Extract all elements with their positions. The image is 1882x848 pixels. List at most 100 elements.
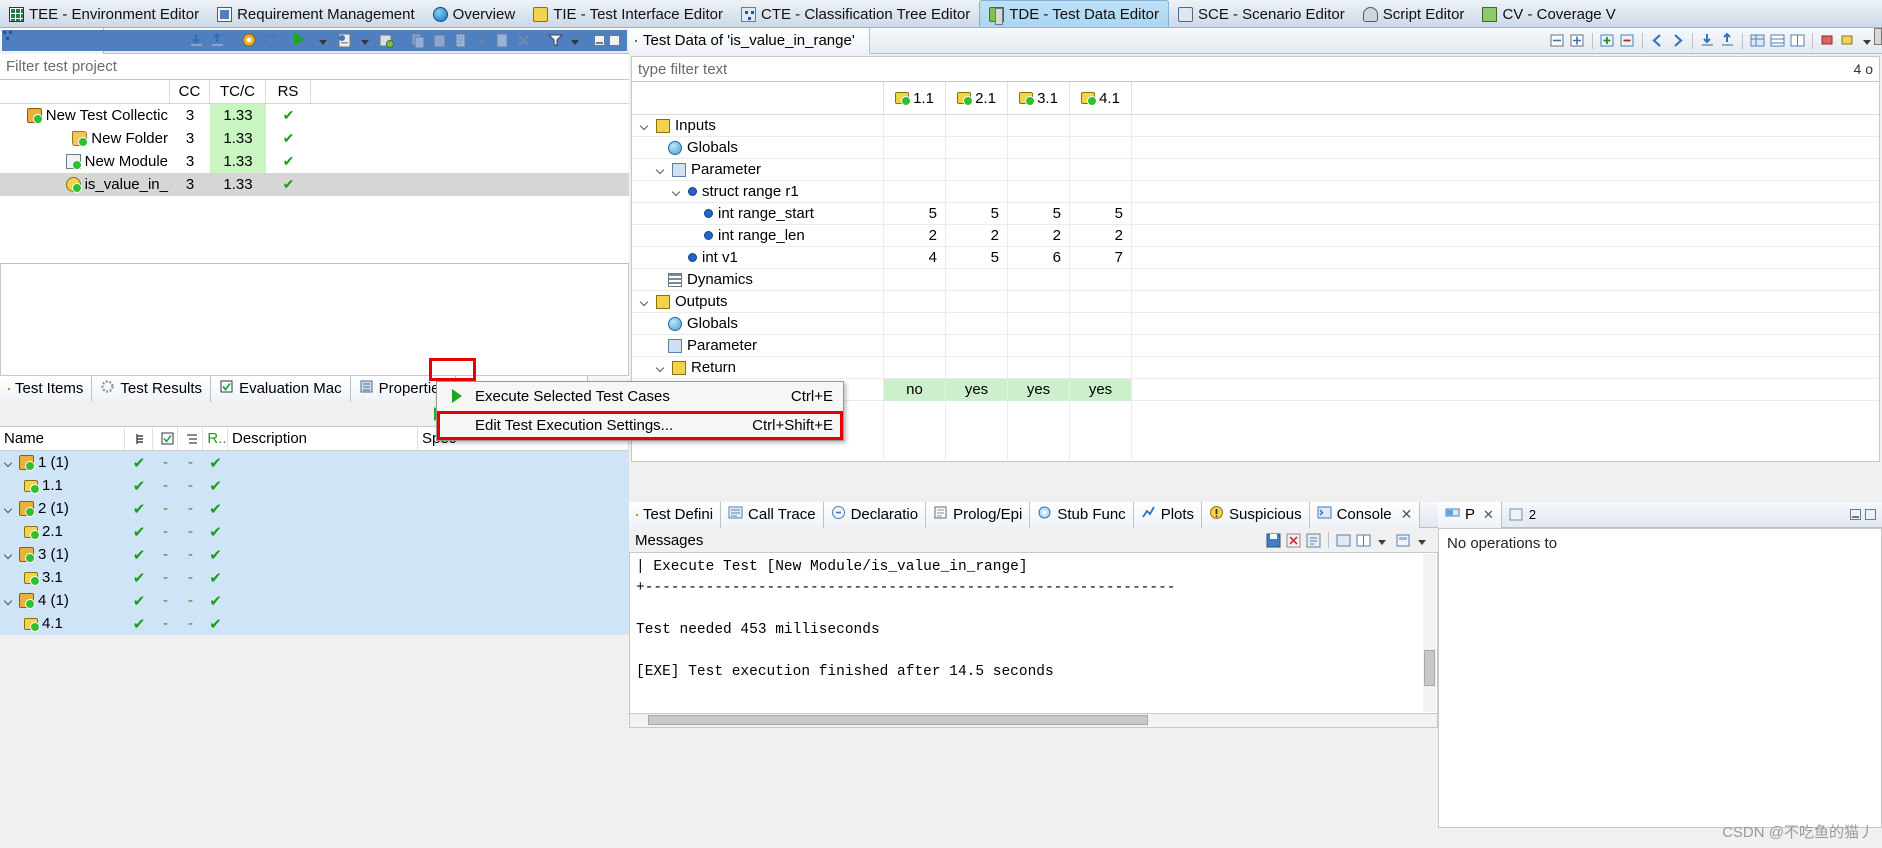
tde-cell[interactable]: 5: [1008, 202, 1070, 225]
console-vertical-scrollbar[interactable]: [1423, 554, 1436, 712]
display-console-icon[interactable]: [1355, 532, 1372, 549]
column-header-tcc[interactable]: TC/C: [210, 80, 266, 103]
column-header-cc[interactable]: CC: [170, 80, 210, 103]
build-icon[interactable]: [241, 32, 258, 49]
tde-cell[interactable]: [946, 356, 1008, 379]
tde-cell[interactable]: [946, 312, 1008, 335]
table-row[interactable]: 1.1 ✔ - - ✔: [0, 474, 629, 497]
tde-cell[interactable]: [1070, 290, 1132, 313]
run-icon[interactable]: [294, 32, 311, 49]
expand-tree-icon[interactable]: [1569, 32, 1586, 49]
tde-menu-icon[interactable]: [1859, 32, 1876, 49]
tde-cell[interactable]: [884, 158, 946, 181]
tde-cell[interactable]: [884, 356, 946, 379]
chevron-down-icon[interactable]: [4, 457, 15, 468]
filter-icon[interactable]: [547, 32, 564, 49]
editor-tab-tie[interactable]: TIE - Test Interface Editor: [524, 0, 732, 27]
column-header-description[interactable]: Description: [228, 427, 418, 450]
tab-evaluation-macro[interactable]: Evaluation Mac: [211, 375, 351, 402]
column-header-tree[interactable]: [178, 427, 203, 450]
minimize-icon[interactable]: [1850, 509, 1861, 520]
console-output[interactable]: | Execute Test [New Module/is_value_in_r…: [629, 552, 1438, 714]
export-icon[interactable]: [209, 32, 226, 49]
table-row[interactable]: New Module 3 1.33 ✔: [0, 150, 629, 173]
table-row[interactable]: 4.1 ✔ - - ✔: [0, 612, 629, 635]
tde-result-cell[interactable]: yes: [1070, 378, 1132, 401]
new-dropdown-icon[interactable]: [473, 32, 490, 49]
tde-cell[interactable]: [1070, 114, 1132, 137]
editor-tab-script-editor[interactable]: Script Editor: [1354, 0, 1474, 27]
tde-row[interactable]: Globals: [632, 312, 1879, 335]
tab-test-items[interactable]: Test Items: [0, 375, 93, 402]
tde-column-header-1[interactable]: 1.1: [884, 82, 946, 114]
split-view-icon[interactable]: [1789, 32, 1806, 49]
tde-cell[interactable]: [884, 180, 946, 203]
tde-cell[interactable]: [946, 268, 1008, 291]
import-data-icon[interactable]: [1699, 32, 1716, 49]
tde-row[interactable]: Parameter: [632, 334, 1879, 357]
clear-icon[interactable]: [1839, 32, 1856, 49]
menu-item-edit-test-execution-settings[interactable]: Edit Test Execution Settings... Ctrl+Shi…: [437, 411, 843, 440]
tde-column-header-2[interactable]: 2.1: [946, 82, 1008, 114]
tde-result-cell[interactable]: yes: [946, 378, 1008, 401]
tde-cell[interactable]: 5: [946, 202, 1008, 225]
table-row[interactable]: 2 (1) ✔ - - ✔: [0, 497, 629, 520]
tde-cell[interactable]: [946, 334, 1008, 357]
remove-column-icon[interactable]: [1619, 32, 1636, 49]
tde-cell[interactable]: 5: [946, 246, 1008, 269]
chevron-down-icon[interactable]: [4, 503, 15, 514]
paste-icon[interactable]: [431, 32, 448, 49]
tde-result-cell[interactable]: no: [884, 378, 946, 401]
duplicate-icon[interactable]: [494, 32, 511, 49]
new-console-view-icon[interactable]: [1335, 532, 1352, 549]
tde-cell[interactable]: 5: [884, 202, 946, 225]
tab-test-results[interactable]: Test Results: [92, 375, 212, 402]
tde-result-cell[interactable]: yes: [1008, 378, 1070, 401]
editor-tab-sce[interactable]: SCE - Scenario Editor: [1169, 0, 1354, 27]
editor-tab-cte[interactable]: CTE - Classification Tree Editor: [732, 0, 979, 27]
tab-prolog-epilog[interactable]: Prolog/Epi: [926, 501, 1031, 528]
tde-cell[interactable]: [884, 290, 946, 313]
report-dropdown-icon[interactable]: [357, 32, 374, 49]
chevron-down-icon[interactable]: [656, 164, 667, 175]
tde-cell[interactable]: [1008, 136, 1070, 159]
tde-row[interactable]: Inputs: [632, 114, 1879, 137]
display-dropdown-icon[interactable]: [1375, 532, 1392, 549]
tde-column-header-3[interactable]: 3.1: [1008, 82, 1070, 114]
tde-cell[interactable]: [946, 114, 1008, 137]
column-header-rs[interactable]: RS: [266, 80, 311, 103]
editor-tab-overview[interactable]: Overview: [424, 0, 525, 27]
tde-cell[interactable]: [946, 136, 1008, 159]
tde-cell[interactable]: [1008, 268, 1070, 291]
tab-progress[interactable]: P ✕: [1438, 501, 1502, 528]
table-row[interactable]: 3.1 ✔ - - ✔: [0, 566, 629, 589]
tde-cell[interactable]: 2: [946, 224, 1008, 247]
tde-row[interactable]: int range_len 2 2 2 2: [632, 224, 1879, 247]
delete-icon[interactable]: [515, 32, 532, 49]
tde-cell[interactable]: 4: [884, 246, 946, 269]
tde-cell[interactable]: 2: [1008, 224, 1070, 247]
close-icon[interactable]: ✕: [1401, 506, 1413, 523]
tde-row[interactable]: Return: [632, 356, 1879, 379]
close-icon[interactable]: ✕: [1483, 507, 1494, 523]
tde-cell[interactable]: [1070, 356, 1132, 379]
tde-cell[interactable]: [1070, 334, 1132, 357]
report-icon[interactable]: [336, 32, 353, 49]
editor-tab-tee[interactable]: TEE - Environment Editor: [0, 0, 208, 27]
tab-stub-functions[interactable]: Stub Func: [1030, 501, 1134, 528]
tde-cell[interactable]: [1008, 114, 1070, 137]
tab-test-definition[interactable]: Test Defini: [629, 501, 722, 528]
tde-cell[interactable]: 7: [1070, 246, 1132, 269]
tde-row[interactable]: Parameter: [632, 158, 1879, 181]
chevron-down-icon[interactable]: [656, 362, 667, 373]
tde-row[interactable]: int range_start 5 5 5 5: [632, 202, 1879, 225]
tab-suspicious[interactable]: Suspicious: [1202, 501, 1310, 528]
chevron-down-icon[interactable]: [672, 186, 683, 197]
minimize-icon[interactable]: [594, 35, 605, 46]
tde-cell[interactable]: [1070, 180, 1132, 203]
column-header-name[interactable]: [0, 80, 170, 103]
open-dropdown-icon[interactable]: [1415, 532, 1432, 549]
column-header-name[interactable]: Name: [0, 427, 125, 450]
tde-cell[interactable]: [1070, 312, 1132, 335]
console-hscroll-thumb[interactable]: [648, 715, 1148, 725]
